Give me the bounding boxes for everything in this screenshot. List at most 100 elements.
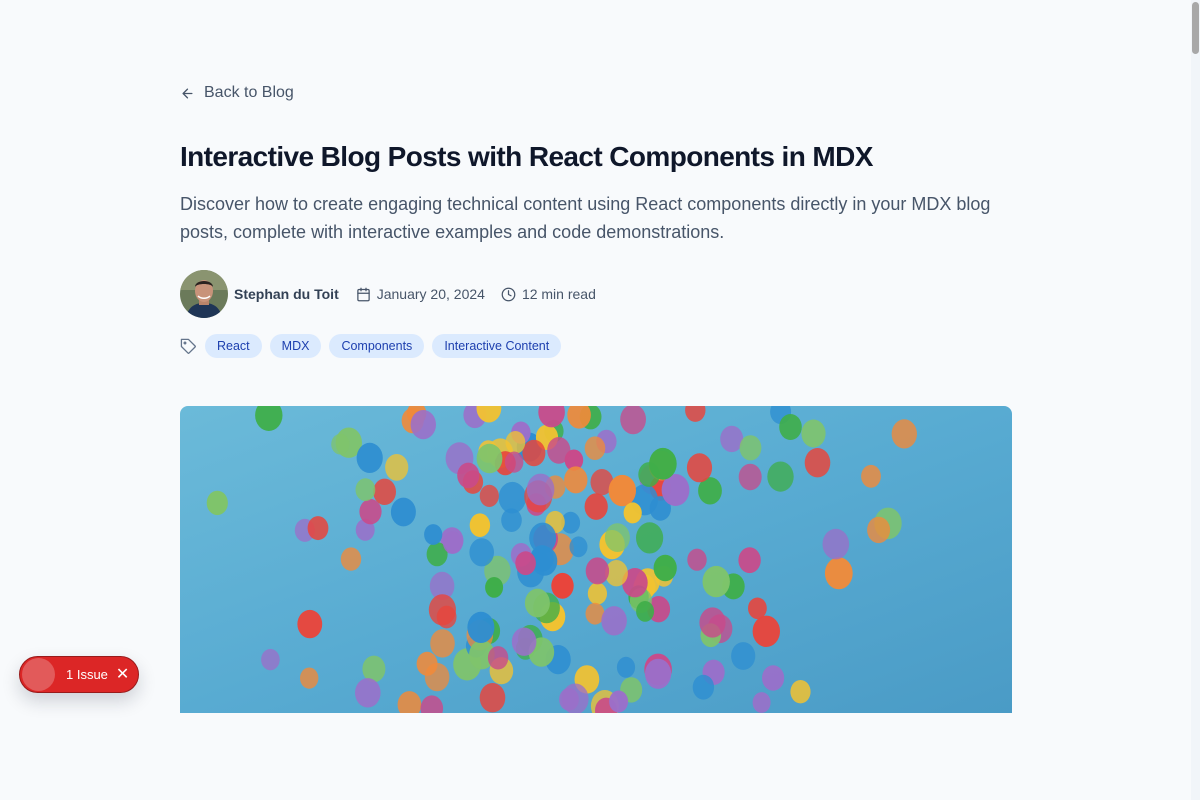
balloon [307, 516, 329, 541]
close-icon[interactable]: ✕ [116, 666, 129, 683]
balloon [467, 611, 495, 643]
post-description: Discover how to create engaging technica… [180, 194, 991, 242]
read-time-text: 12 min read [521, 286, 596, 302]
balloon [424, 524, 443, 545]
balloon [511, 627, 537, 656]
balloon [762, 665, 785, 691]
balloon [551, 572, 574, 599]
balloon [587, 582, 607, 605]
balloons-image [180, 406, 1012, 713]
balloon [385, 454, 409, 481]
balloon [636, 601, 655, 622]
balloon [779, 414, 802, 440]
balloon [804, 448, 831, 478]
balloon [608, 474, 636, 507]
read-time: 12 min read [501, 286, 596, 302]
balloon [601, 606, 627, 636]
balloon [416, 651, 438, 676]
balloon [457, 462, 480, 489]
balloon [373, 478, 396, 505]
balloon [340, 547, 362, 571]
balloon [738, 547, 761, 574]
balloon [206, 490, 228, 516]
balloon [522, 439, 546, 467]
balloon [476, 443, 503, 474]
scrollbar-thumb[interactable] [1192, 2, 1199, 54]
tag-react[interactable]: React [205, 334, 262, 358]
balloon [609, 690, 629, 713]
balloon [636, 522, 664, 554]
balloon [604, 523, 630, 552]
post-meta: Stephan du Toit January 20, 2024 12 min … [180, 270, 596, 318]
balloon [699, 607, 726, 638]
issues-count[interactable]: 1 Issue [66, 667, 108, 682]
balloon [584, 493, 608, 520]
balloon [824, 557, 853, 590]
balloon [752, 692, 771, 713]
balloon [355, 478, 376, 502]
balloon [442, 531, 463, 554]
balloon [479, 484, 499, 507]
balloon [584, 436, 606, 460]
balloon [731, 642, 756, 670]
author-name: Stephan du Toit [234, 286, 339, 302]
balloon [752, 615, 780, 647]
tag-list: React MDX Components Interactive Content [180, 334, 562, 358]
balloon [692, 674, 715, 700]
balloon [261, 648, 280, 671]
balloon [485, 577, 504, 598]
calendar-icon [356, 287, 370, 301]
balloon [410, 410, 436, 440]
author-avatar [180, 270, 228, 318]
balloon [428, 594, 456, 626]
balloon [861, 464, 881, 488]
balloon [623, 502, 642, 524]
balloon [430, 629, 455, 658]
balloon [564, 466, 588, 494]
balloon [767, 461, 794, 492]
balloon [822, 528, 850, 560]
balloon [801, 419, 826, 448]
balloon [362, 655, 386, 683]
balloon [515, 551, 536, 576]
balloon [529, 522, 557, 554]
back-to-blog-label[interactable]: Back to Blog [204, 84, 294, 102]
balloon [526, 473, 555, 506]
balloon [547, 437, 571, 464]
arrow-left-icon [182, 88, 193, 98]
balloon [867, 516, 891, 544]
balloon [504, 451, 524, 473]
balloon [891, 419, 917, 449]
balloon [355, 678, 381, 708]
balloon [487, 646, 509, 670]
tag-mdx[interactable]: MDX [269, 334, 322, 358]
balloon [331, 433, 350, 455]
balloon [390, 497, 416, 527]
balloon [687, 548, 707, 571]
balloon [359, 499, 382, 525]
balloon [300, 667, 319, 689]
balloon [686, 453, 713, 483]
clock-icon [501, 287, 516, 301]
balloon [469, 513, 491, 537]
balloon [649, 447, 677, 480]
balloon [790, 680, 811, 704]
balloon [501, 508, 522, 532]
balloon [561, 683, 589, 713]
balloon [748, 597, 767, 620]
balloon [569, 536, 588, 558]
balloon [585, 557, 610, 585]
balloon [738, 463, 762, 491]
tag-interactive-content[interactable]: Interactive Content [432, 334, 562, 358]
back-to-blog-link[interactable]: Back to Blog [180, 82, 294, 104]
balloon [524, 588, 550, 618]
issues-badge[interactable]: 1 Issue ✕ [19, 656, 139, 693]
tag-components[interactable]: Components [329, 334, 425, 358]
balloon [653, 554, 677, 582]
balloon [505, 431, 526, 454]
post-date-text: January 20, 2024 [376, 286, 485, 302]
page-scrollbar[interactable] [1191, 0, 1200, 800]
post-date: January 20, 2024 [356, 286, 485, 302]
post-title: Interactive Blog Posts with React Compon… [180, 141, 873, 172]
hero-image [180, 406, 1012, 713]
